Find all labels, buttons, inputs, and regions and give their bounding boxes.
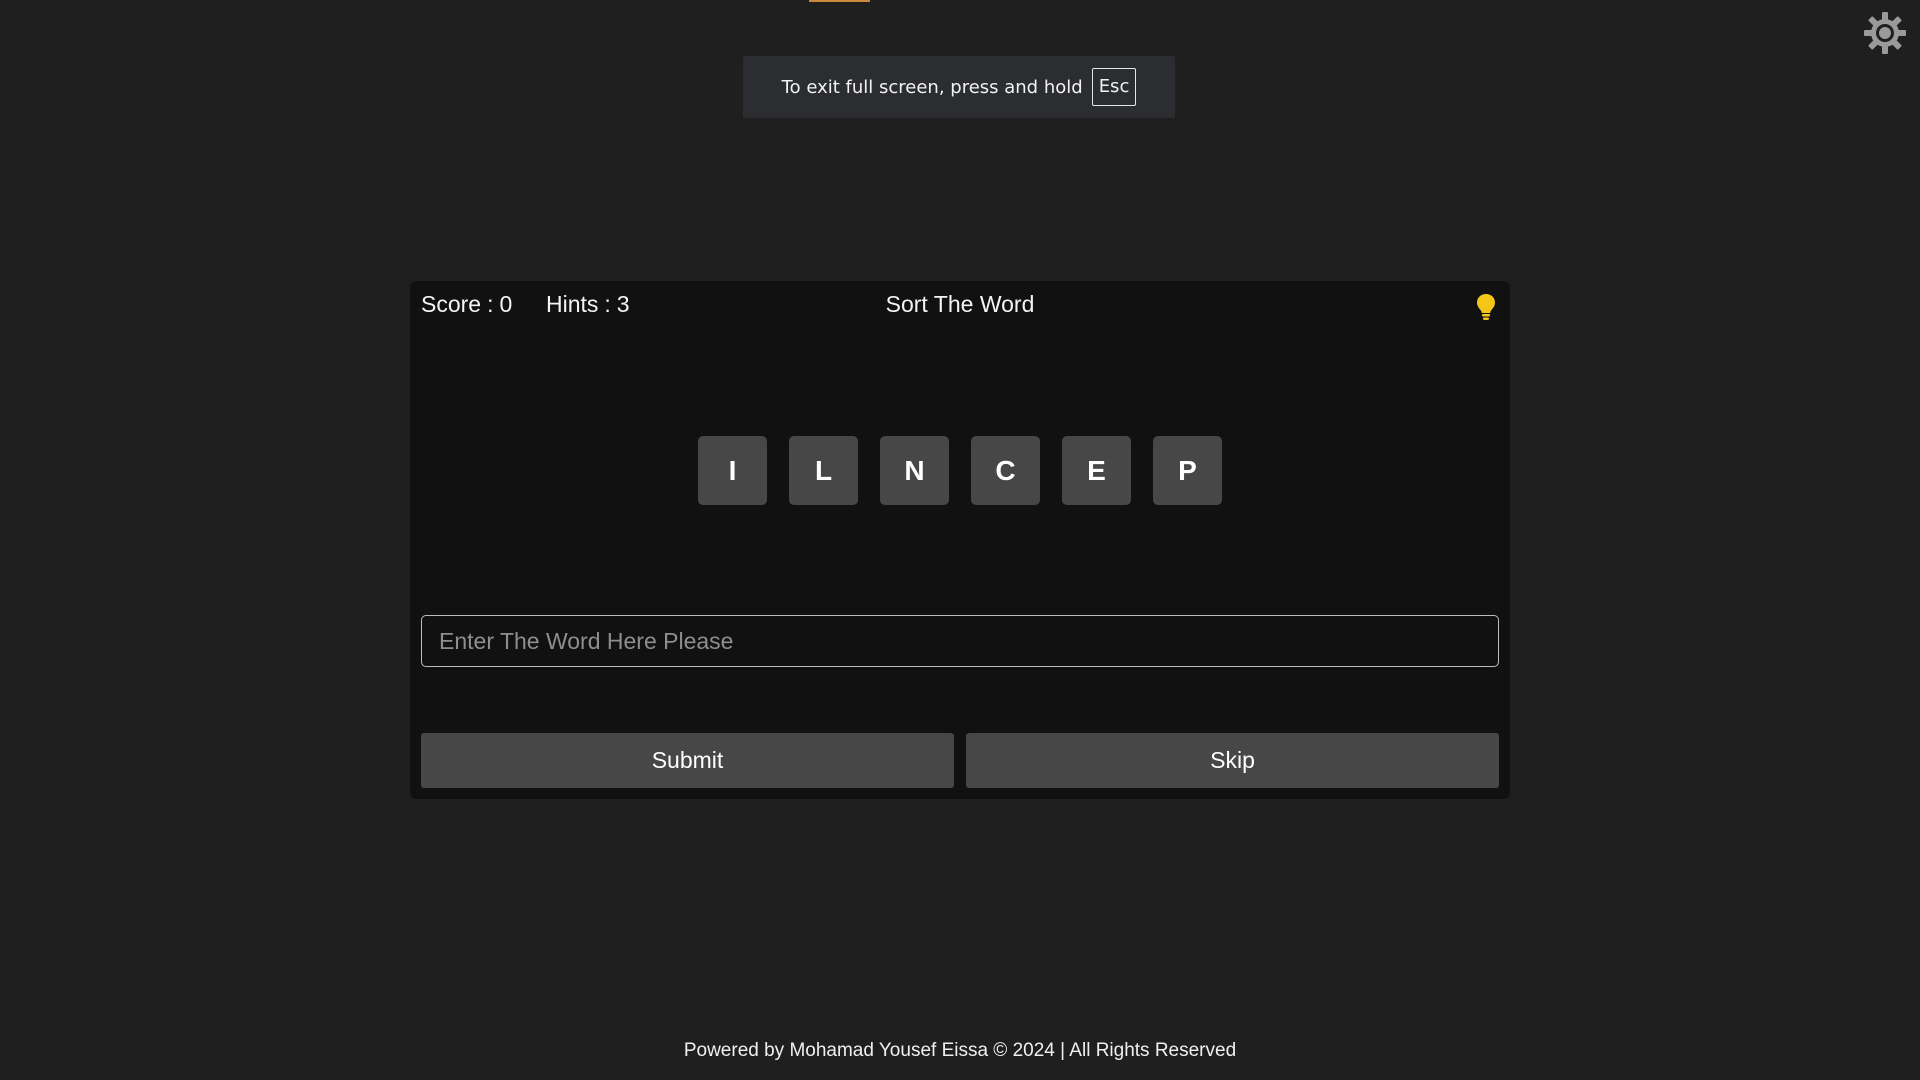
letter-tiles: ILNCEP [410, 436, 1510, 505]
letter-tile[interactable]: I [698, 436, 767, 505]
letter-tile[interactable]: C [971, 436, 1040, 505]
hint-button[interactable] [1473, 291, 1499, 321]
game-page: To exit full screen, press and hold Esc … [0, 0, 1920, 1080]
fullscreen-notice-text: To exit full screen, press and hold [781, 76, 1083, 98]
letter-tile[interactable]: L [789, 436, 858, 505]
footer-credit: Powered by Mohamad Yousef Eissa © 2024 |… [683, 1040, 1237, 1061]
top-accent-bar [809, 0, 870, 2]
word-input[interactable] [421, 615, 1499, 667]
game-title: Sort The Word [885, 291, 1035, 317]
card-header: Score:0 Hints:3 Sort The Word [421, 291, 1499, 321]
fullscreen-notice: To exit full screen, press and hold Esc [743, 56, 1175, 118]
esc-key-badge: Esc [1091, 68, 1137, 106]
game-card: Score:0 Hints:3 Sort The Word ILNCEP Sub… [410, 281, 1510, 799]
letter-tile[interactable]: E [1062, 436, 1131, 505]
gear-icon [1864, 12, 1906, 54]
letter-tile[interactable]: N [880, 436, 949, 505]
letter-tile[interactable]: P [1153, 436, 1222, 505]
skip-button[interactable]: Skip [966, 733, 1499, 788]
lightbulb-icon [1477, 294, 1495, 320]
submit-button[interactable]: Submit [421, 733, 954, 788]
settings-button[interactable] [1862, 10, 1908, 56]
